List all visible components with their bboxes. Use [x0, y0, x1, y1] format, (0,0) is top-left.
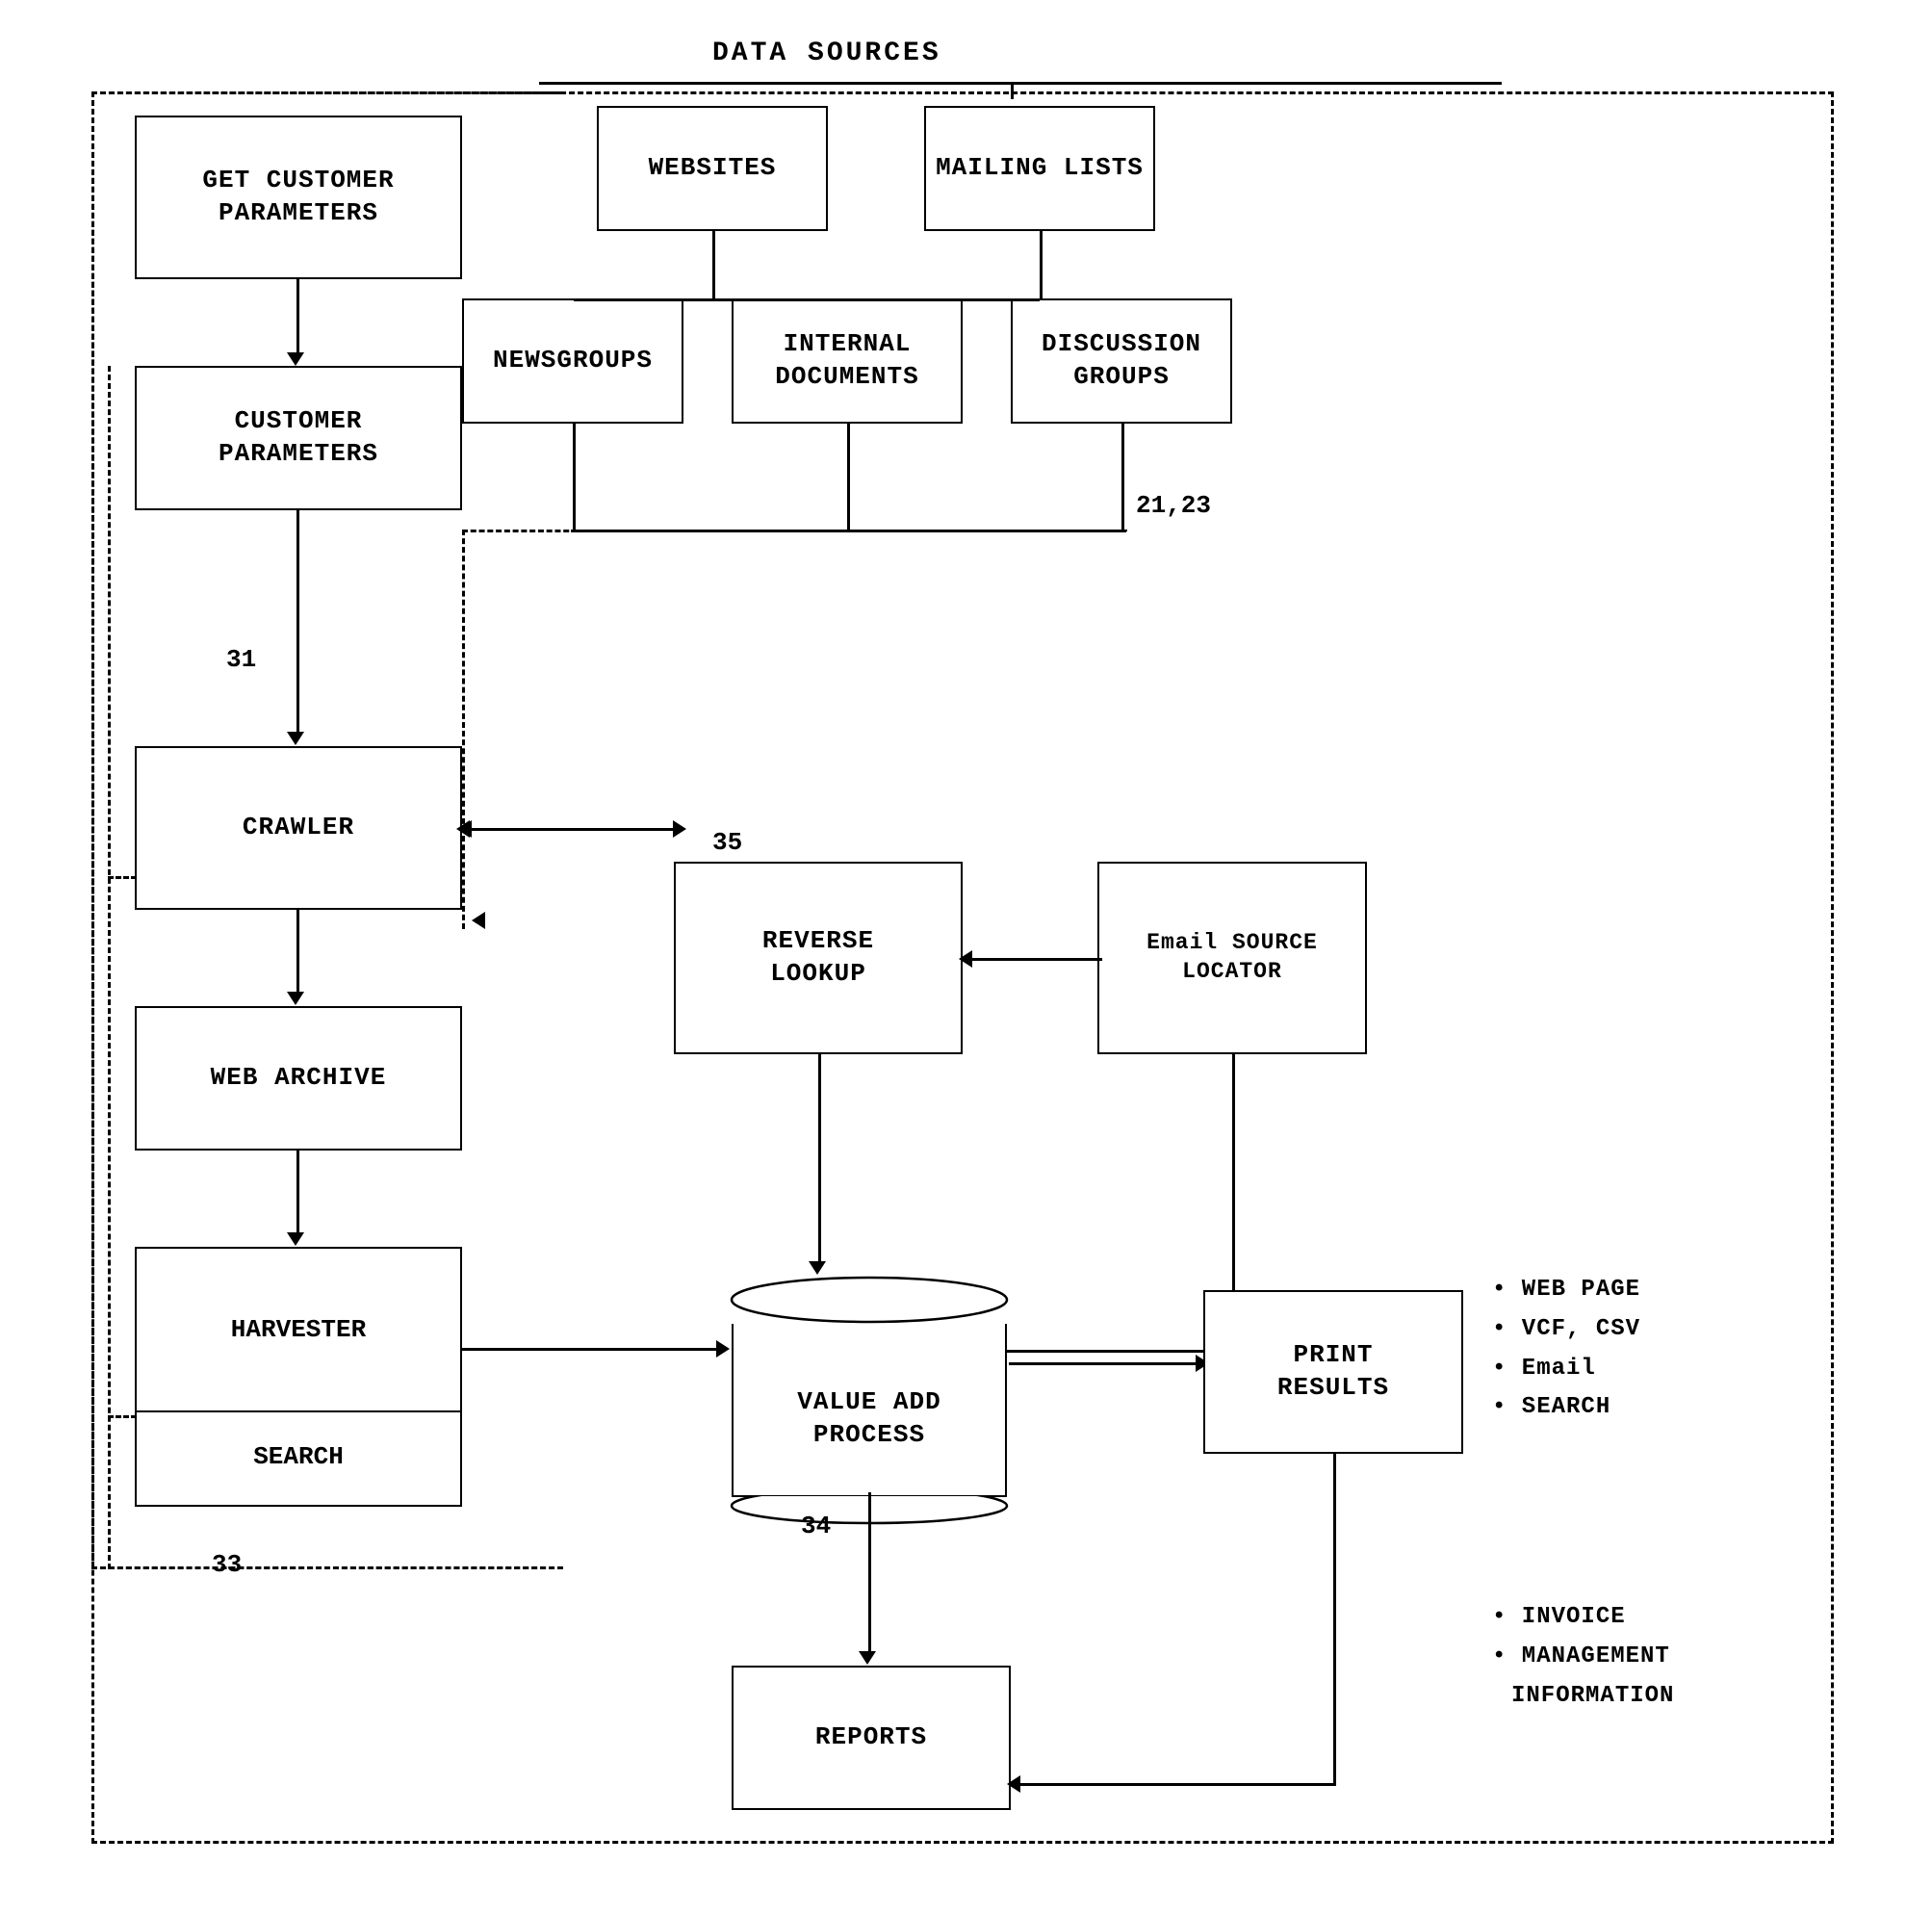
arrow-vap-to-reports — [868, 1492, 871, 1656]
label-33: 33 — [212, 1550, 242, 1579]
line-h-branch-right — [847, 298, 1040, 301]
web-archive-box: WEB ARCHIVE — [135, 1006, 462, 1151]
line-mailing-down — [1040, 231, 1043, 298]
arrowhead-archive-to-harvester — [287, 1232, 304, 1246]
mailing-lists-box: MAILING LISTS — [924, 106, 1155, 231]
left-feedback-line — [108, 366, 111, 1569]
email-source-locator-box: Email SOURCE LOCATOR — [1097, 862, 1367, 1054]
line-websites-down — [712, 231, 715, 298]
label-31: 31 — [226, 645, 256, 674]
get-customer-params-box: GET CUSTOMER PARAMETERS — [135, 116, 462, 279]
print-results-bullets: • WEB PAGE • VCF, CSV • Email • SEARCH — [1492, 1271, 1640, 1428]
arrowhead-harvester-to-vap — [716, 1340, 730, 1358]
line-newsgroups-down — [573, 424, 576, 530]
arrowhead-to-crawler — [472, 912, 485, 929]
junction-right — [1124, 530, 1127, 531]
arrowhead-print-to-reports — [1007, 1775, 1020, 1793]
customer-params-box: CUSTOMER PARAMETERS — [135, 366, 462, 510]
arrow-archive-to-harvester — [296, 1151, 299, 1237]
arrowhead-get-to-customer — [287, 352, 304, 366]
label-34: 34 — [801, 1512, 831, 1540]
line-internal-down — [847, 424, 850, 530]
left-dashed-bottom — [91, 1566, 563, 1569]
arrow-print-to-reports-h — [1011, 1783, 1336, 1786]
line-h-branch-left — [574, 298, 848, 301]
arrowhead-crawler-to-archive — [287, 992, 304, 1005]
value-add-cylinder: VALUE ADD PROCESS — [730, 1276, 1009, 1525]
arrow-crawler-to-archive — [296, 910, 299, 996]
harvester-search-box: HARVESTER SEARCH — [135, 1247, 462, 1507]
reports-bullets: • INVOICE • MANAGEMENT INFORMATION — [1492, 1598, 1674, 1716]
crawler-box: CRAWLER — [135, 746, 462, 910]
label-21-23: 21,23 — [1136, 491, 1211, 520]
data-sources-label: DATA SOURCES — [712, 39, 941, 68]
label-35: 35 — [712, 828, 742, 857]
harvester-label: HARVESTER — [137, 1249, 460, 1412]
arrow-get-to-customer — [296, 279, 299, 356]
arrow-esl-to-rl — [963, 958, 1102, 961]
print-results-box: PRINT RESULTS — [1203, 1290, 1463, 1454]
arrowhead-sources-to-rl — [673, 820, 686, 838]
websites-box: WEBSITES — [597, 106, 828, 231]
arrow-harvester-to-vap — [462, 1348, 722, 1351]
junction-left2 — [571, 530, 574, 532]
arrow-customer-to-crawler — [296, 510, 299, 737]
arrowhead-customer-to-crawler — [287, 732, 304, 745]
diagram-container: DATA SOURCES WEBSITES MAILING LISTS NEWS… — [39, 39, 1887, 1877]
dashed-h-to-left — [462, 530, 578, 532]
arrow-print-down — [1333, 1454, 1336, 1786]
arrow-vap-to-print — [1009, 1362, 1201, 1365]
cylinder-top-ellipse — [730, 1276, 1009, 1324]
arrow-rl-to-vap — [818, 1054, 821, 1266]
arrow-sources-to-rl — [462, 828, 679, 831]
internal-docs-box: INTERNAL DOCUMENTS — [732, 298, 963, 424]
discussion-groups-box: DISCUSSION GROUPS — [1011, 298, 1232, 424]
arrowhead-rl-to-vap — [809, 1261, 826, 1275]
line-h-main — [573, 530, 1126, 532]
newsgroups-box: NEWSGROUPS — [462, 298, 683, 424]
search-label: SEARCH — [137, 1409, 460, 1505]
dashed-v-sources-to-crawler — [462, 530, 465, 929]
arrowhead-esl-to-rl — [959, 950, 972, 968]
ds-bracket — [539, 82, 1502, 85]
reports-box: REPORTS — [732, 1666, 1011, 1810]
arrowhead-vap-to-reports — [859, 1651, 876, 1665]
reverse-lookup-box: REVERSE LOOKUP — [674, 862, 963, 1054]
line-discussion-down — [1121, 424, 1124, 530]
